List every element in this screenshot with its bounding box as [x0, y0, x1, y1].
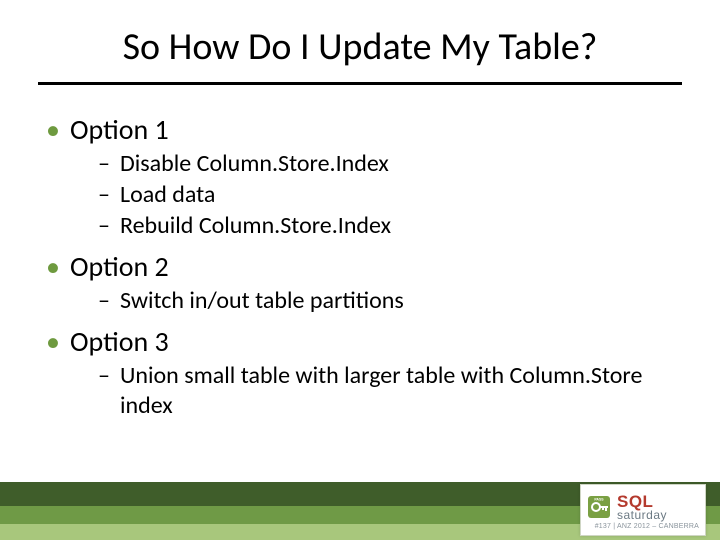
slide: So How Do I Update My Table? Option 1 Di…	[0, 0, 720, 540]
sub-bullet: Load data	[70, 180, 664, 210]
bullet-option-3: Option 3 Union small table with larger t…	[44, 324, 664, 421]
bullet-label: Option 2	[70, 249, 169, 284]
sub-bullet: Switch in/out table partitions	[70, 286, 664, 316]
bullet-option-1: Option 1 Disable Column.Store.Index Load…	[44, 112, 664, 241]
slide-body: Option 1 Disable Column.Store.Index Load…	[44, 110, 664, 429]
event-logo: PASS SQL saturday #137 | ANZ 2012 – CANB…	[580, 484, 706, 536]
sub-bullet: Rebuild Column.Store.Index	[70, 211, 664, 241]
logo-brand-line-1: SQL	[617, 493, 667, 510]
footer: PASS SQL saturday #137 | ANZ 2012 – CANB…	[0, 480, 720, 540]
slide-title: So How Do I Update My Table?	[0, 24, 720, 70]
bullet-label: Option 1	[70, 112, 169, 147]
svg-text:PASS: PASS	[594, 497, 604, 501]
sub-bullet: Disable Column.Store.Index	[70, 149, 664, 179]
logo-brand-line-2: saturday	[617, 509, 667, 521]
logo-subtext: #137 | ANZ 2012 – CANBERRA	[587, 523, 699, 530]
bullet-option-2: Option 2 Switch in/out table partitions	[44, 249, 664, 316]
key-icon: PASS	[587, 495, 611, 519]
bullet-label: Option 3	[70, 324, 169, 359]
sub-bullet: Union small table with larger table with…	[70, 361, 664, 421]
title-underline	[38, 82, 682, 85]
